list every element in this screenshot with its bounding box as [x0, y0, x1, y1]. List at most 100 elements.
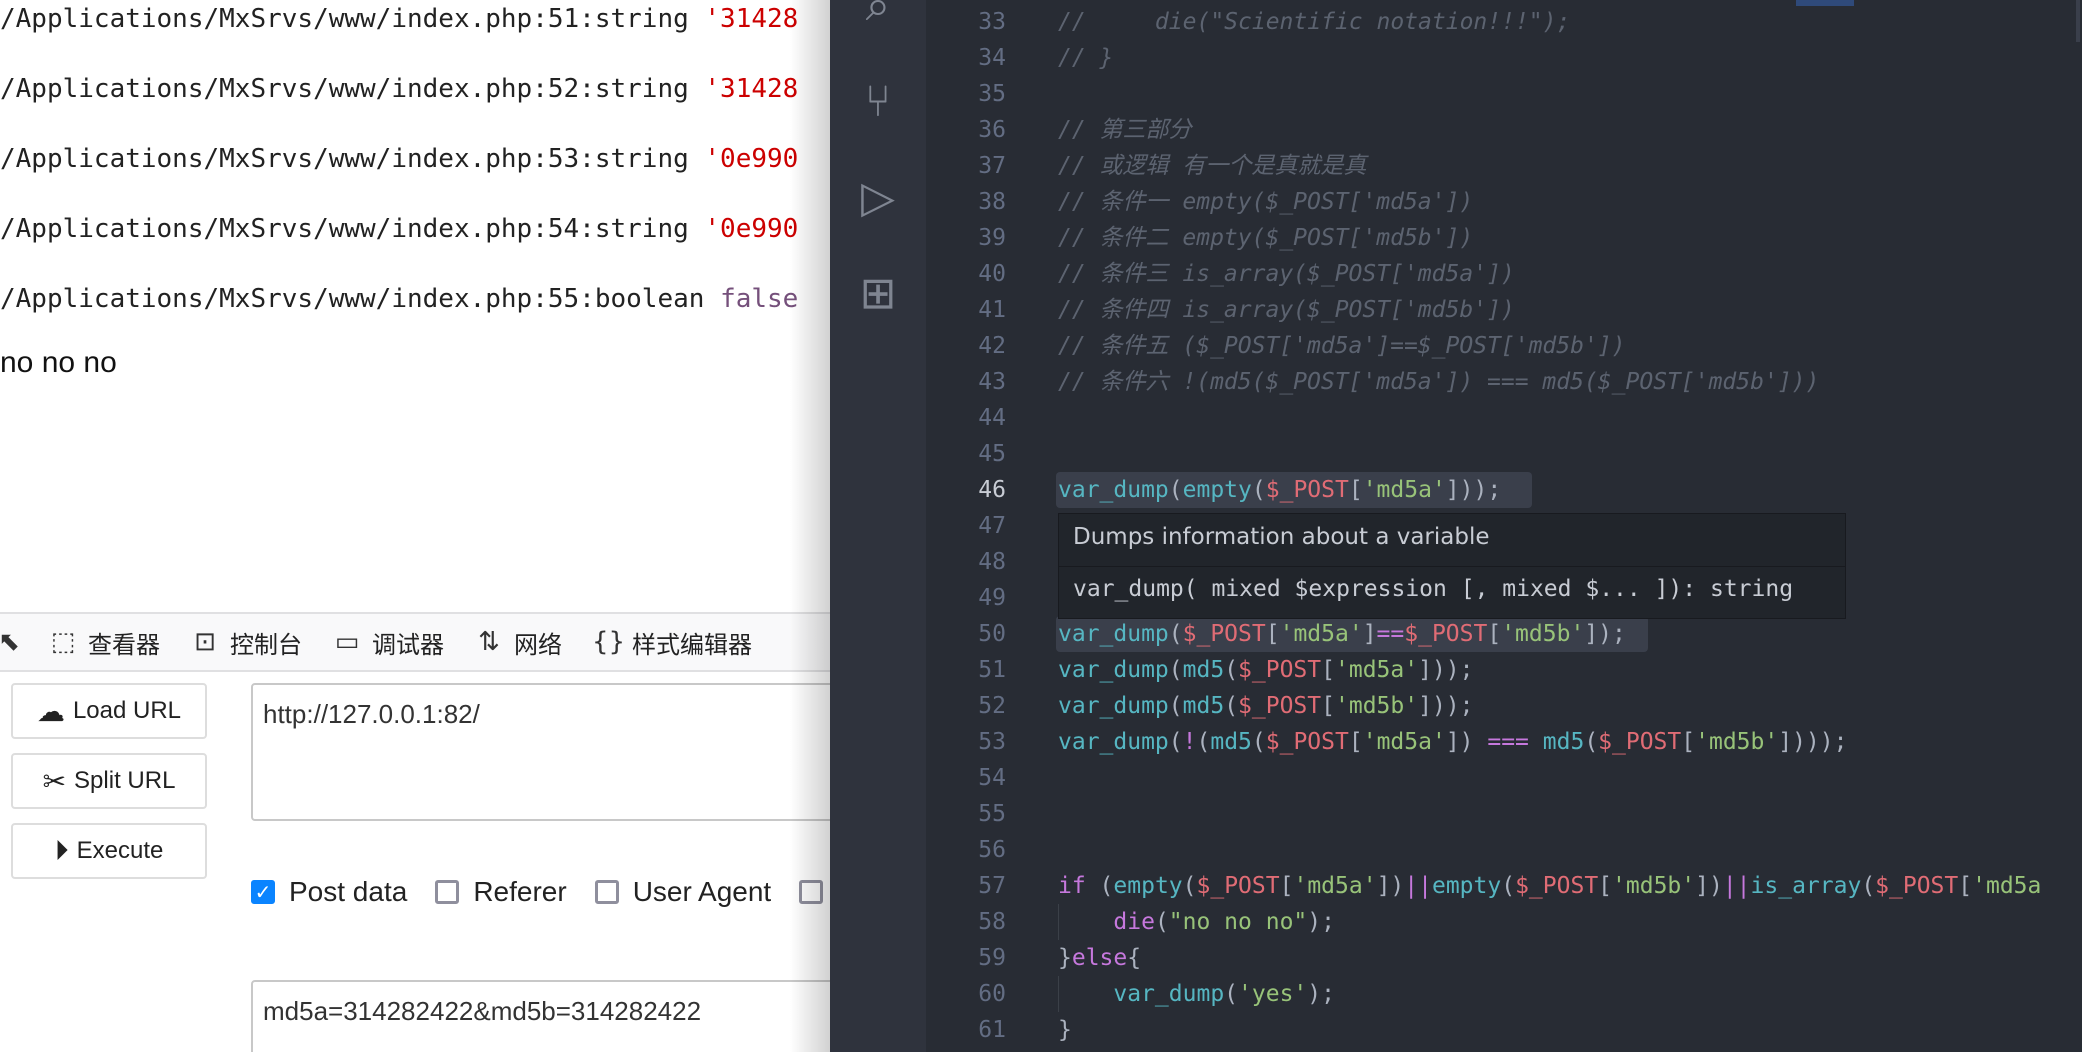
code-line[interactable]: var_dump($_POST['md5a']==$_POST['md5b'])… [1058, 616, 1626, 652]
cloud-download-icon: ☁ [36, 694, 65, 728]
code-token: md5 [1182, 657, 1225, 683]
tooltip-doc: Dumps information about a variable [1073, 524, 1490, 550]
code-token: ]) [1445, 729, 1488, 755]
dump-value: '0e990 [704, 144, 799, 174]
code-line[interactable]: } [1058, 1012, 1072, 1048]
devtools-tab[interactable]: ⊡ 控制台 [190, 625, 302, 660]
page-output-text: no no no [0, 346, 117, 379]
code-token: $_POST [1875, 873, 1959, 899]
code-token: 'md5a' [1279, 621, 1363, 647]
checkbox-checked-icon[interactable]: ✓ [251, 880, 275, 904]
code-token: // 或逻辑 有一个是真就是真 [1058, 153, 1367, 179]
code-token: else [1071, 945, 1128, 971]
code-line[interactable]: // 第三部分 [1058, 112, 1192, 148]
code-line[interactable]: var_dump('yes'); [1058, 976, 1335, 1012]
source-control-icon[interactable]: ⑂ [850, 74, 906, 130]
dump-line: /Applications/MxSrvs/www/index.php:52:st… [0, 74, 798, 104]
code-token: $_POST [1265, 477, 1349, 503]
option-checkbox[interactable]: ✓ Post data [251, 876, 407, 908]
code-token: 'md5b' [1695, 729, 1779, 755]
code-token: empty [1113, 873, 1183, 899]
devtools-tab-label: 网络 [514, 631, 562, 659]
code-line[interactable]: // } [1058, 40, 1113, 76]
devtools-tab[interactable]: ⬚ 查看器 [48, 625, 160, 660]
code-line[interactable]: // die("Scientific notation!!!"); [1058, 4, 1570, 40]
line-number: 41 [978, 297, 1006, 323]
load-url-label: Load URL [72, 697, 182, 724]
devtools-tab[interactable]: ⇅ 网络 [474, 625, 562, 660]
code-line[interactable]: }else{ [1058, 940, 1141, 976]
devtools-tab-icon: ⊡ [194, 627, 216, 657]
dump-line: /Applications/MxSrvs/www/index.php:55:bo… [0, 284, 798, 314]
checkbox-unchecked-icon[interactable] [435, 880, 460, 904]
code-token: { [1127, 945, 1142, 971]
code-line[interactable]: var_dump(!(md5($_POST['md5a']) === md5($… [1058, 724, 1847, 760]
extensions-icon[interactable]: ⊞ [850, 266, 906, 322]
code-token: // die("Scientific notation!!!"); [1058, 9, 1571, 35]
code-line[interactable]: if (empty($_POST['md5a'])||empty($_POST[… [1058, 868, 2041, 904]
line-number: 61 [978, 1017, 1006, 1043]
code-line[interactable]: var_dump(empty($_POST['md5a'])); [1058, 472, 1501, 508]
run-debug-icon[interactable]: ▷ [850, 170, 906, 226]
checkbox-unchecked-icon[interactable] [594, 880, 619, 904]
code-token: $_POST [1598, 729, 1682, 755]
code-line[interactable]: var_dump(md5($_POST['md5a'])); [1058, 652, 1473, 688]
code-token: ])); [1418, 657, 1474, 683]
execute-button[interactable]: ⏵ Execute [11, 823, 207, 879]
code-line[interactable]: // 条件五 ($_POST['md5a']==$_POST['md5b']) [1058, 328, 1626, 364]
selection-marker [1796, 0, 1854, 6]
split-url-button[interactable]: ✂ Split URL [11, 753, 207, 809]
code-line[interactable]: // 条件一 empty($_POST['md5a']) [1058, 184, 1473, 220]
code-token: ( [1168, 657, 1183, 683]
code-token: var_dump [1113, 981, 1225, 1007]
code-token: 'md5a' [1335, 657, 1419, 683]
code-token: is_array [1750, 873, 1862, 899]
tooltip-signature: var_dump( mixed $expression [, mixed $..… [1073, 576, 1794, 602]
code-line[interactable]: // 条件四 is_array($_POST['md5b']) [1058, 292, 1515, 328]
code-editor[interactable]: 33 // die("Scientific notation!!!"); 34 // … [926, 0, 2082, 1052]
dump-path: /Applications/MxSrvs/www/index.php:55:bo… [0, 284, 721, 314]
code-token: ( [1224, 981, 1239, 1007]
code-line[interactable]: // 条件三 is_array($_POST['md5a']) [1058, 256, 1515, 292]
devtools-tab[interactable]: {} 样式编辑器 [592, 625, 752, 660]
option-label: Post data [289, 876, 408, 907]
code-line[interactable]: die("no no no"); [1058, 904, 1335, 940]
code-token: 'md5a' [1362, 729, 1446, 755]
code-token: ( [1085, 873, 1114, 899]
load-url-button[interactable]: ☁ Load URL [11, 683, 207, 739]
code-line[interactable]: // 条件六 !(md5($_POST['md5a']) === md5($_P… [1058, 364, 1819, 400]
code-token: [ [1487, 621, 1502, 647]
play-circle-icon: ⏵ [54, 834, 69, 867]
line-number: 36 [978, 117, 1006, 143]
option-checkbox[interactable]: Referer [435, 876, 567, 908]
devtools-tab-icon: ⬚ [50, 627, 76, 657]
code-token: md5 [1542, 729, 1585, 755]
code-line[interactable]: // 条件二 empty($_POST['md5b']) [1058, 220, 1473, 256]
post-data-input[interactable]: md5a=314282422&md5b=314282422 [251, 980, 830, 1052]
element-picker-icon[interactable]: ⬉ [0, 627, 24, 657]
code-token: ( [1154, 909, 1169, 935]
line-number: 50 [978, 621, 1006, 647]
minimap-slider[interactable] [2076, 0, 2080, 42]
code-token: [ [1265, 621, 1280, 647]
devtools-tab[interactable]: ▭ 调试器 [332, 625, 444, 660]
code-token: ( [1584, 729, 1599, 755]
scissors-icon: ✂ [42, 764, 67, 798]
dump-line: /Applications/MxSrvs/www/index.php:51:st… [0, 4, 798, 34]
line-number: 37 [978, 153, 1006, 179]
code-token: === [1487, 729, 1529, 755]
code-token: 'md5a' [1293, 873, 1377, 899]
code-token: ( [1196, 729, 1211, 755]
code-token: ( [1168, 693, 1183, 719]
code-token: ] [1362, 621, 1377, 647]
code-token: die [1113, 909, 1155, 935]
code-token: [ [1321, 693, 1335, 719]
code-line[interactable]: var_dump(md5($_POST['md5b'])); [1058, 688, 1473, 724]
option-checkbox[interactable]: User Agent [594, 876, 771, 908]
line-number: 49 [978, 585, 1006, 611]
code-token: $_POST [1196, 873, 1280, 899]
code-line[interactable]: // 或逻辑 有一个是真就是真 [1058, 148, 1366, 184]
url-input[interactable]: http://127.0.0.1:82/ [251, 683, 830, 821]
search-icon[interactable]: ⌕ [850, 0, 906, 34]
line-number: 57 [978, 873, 1006, 899]
